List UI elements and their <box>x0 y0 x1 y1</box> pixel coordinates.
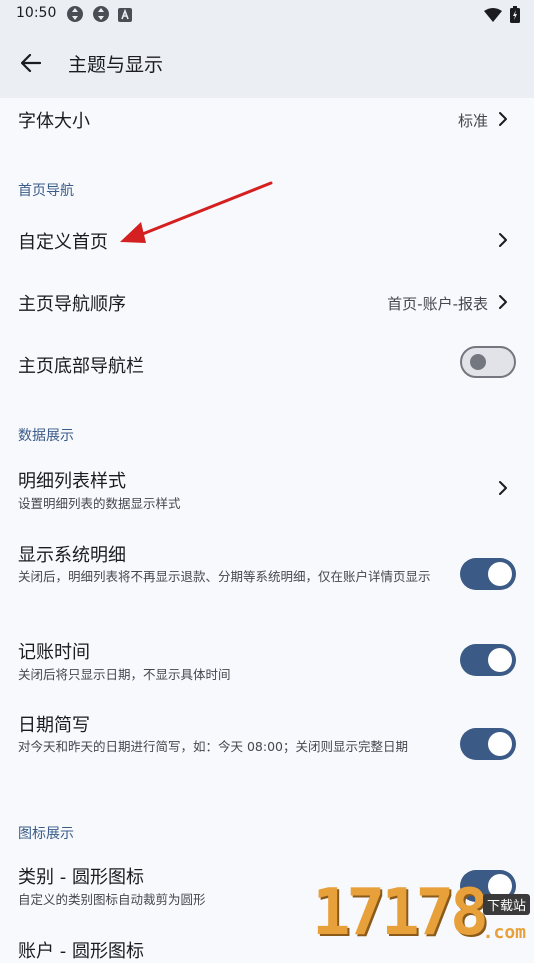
setting-home-nav-order[interactable]: 主页导航顺序 首页-账户-报表 <box>0 272 534 330</box>
setting-subtitle: 对今天和昨天的日期进行简写，如：今天 08:00；关闭则显示完整日期 <box>18 739 408 754</box>
setting-title: 主页导航顺序 <box>18 294 126 315</box>
setting-subtitle: 设置明细列表的数据显示样式 <box>18 496 181 511</box>
arrow-left-icon <box>21 54 41 72</box>
record-time-toggle[interactable] <box>460 644 516 676</box>
section-header-icon-display: 图标展示 <box>18 826 74 842</box>
system-icons <box>484 6 520 27</box>
watermark-digits: 17178 <box>312 876 489 950</box>
setting-detail-list-style[interactable]: 明细列表样式 设置明细列表的数据显示样式 <box>0 458 534 522</box>
setting-title: 类别 - 圆形图标 <box>18 867 144 888</box>
watermark-logo: 17178 下载站 .com <box>310 870 534 950</box>
show-system-detail-toggle[interactable] <box>460 558 516 590</box>
date-short-toggle[interactable] <box>460 728 516 760</box>
setting-title: 明细列表样式 <box>18 471 126 492</box>
status-notification-icons <box>66 5 132 27</box>
setting-title: 账户 - 圆形图标 <box>18 941 144 962</box>
toggle-knob <box>470 354 486 370</box>
toggle-knob <box>488 562 512 586</box>
setting-custom-home[interactable]: 自定义首页 <box>0 210 534 268</box>
chevron-right-icon <box>499 112 507 126</box>
watermark-tag: 下载站 <box>482 894 530 915</box>
setting-title: 记账时间 <box>18 642 90 663</box>
setting-title: 字体大小 <box>18 111 90 132</box>
sync-icon <box>66 5 84 27</box>
battery-icon <box>510 6 520 27</box>
setting-date-short: 日期简写 对今天和昨天的日期进行简写，如：今天 08:00；关闭则显示完整日期 <box>0 704 534 786</box>
status-bar: 10:50 <box>0 0 534 28</box>
back-button[interactable] <box>16 50 46 76</box>
watermark-domain: .com <box>482 922 526 943</box>
setting-home-bottom-nav: 主页底部导航栏 <box>0 334 534 392</box>
setting-title: 主页底部导航栏 <box>18 356 144 377</box>
wifi-icon <box>484 7 502 26</box>
setting-value: 标准 <box>457 112 488 130</box>
setting-value: 首页-账户-报表 <box>387 295 488 313</box>
setting-title: 日期简写 <box>18 715 90 736</box>
settings-list: 字体大小 标准 首页导航 自定义首页 主页导航顺序 首页-账户-报表 主页底部导… <box>0 98 534 962</box>
sync-icon <box>92 5 110 27</box>
setting-subtitle: 关闭后，明细列表将不再显示退款、分期等系统明细，仅在账户详情页显示 <box>18 569 431 584</box>
a-icon <box>118 7 132 26</box>
setting-title: 显示系统明细 <box>18 545 126 566</box>
chevron-right-icon <box>499 481 507 495</box>
section-header-data-display: 数据展示 <box>18 428 74 444</box>
setting-show-system-detail: 显示系统明细 关闭后，明细列表将不再显示退款、分期等系统明细，仅在账户详情页显示 <box>0 534 534 616</box>
home-bottom-nav-toggle[interactable] <box>460 346 516 378</box>
toggle-knob <box>488 732 512 756</box>
setting-subtitle: 关闭后将只显示日期，不显示具体时间 <box>18 667 231 682</box>
chevron-right-icon <box>499 295 507 309</box>
setting-record-time: 记账时间 关闭后将只显示日期，不显示具体时间 <box>0 632 534 692</box>
chevron-right-icon <box>499 233 507 247</box>
setting-font-size[interactable]: 字体大小 标准 <box>0 98 534 146</box>
setting-title: 自定义首页 <box>18 232 108 253</box>
section-header-home-nav: 首页导航 <box>18 183 74 199</box>
toggle-knob <box>488 648 512 672</box>
app-bar: 主题与显示 <box>0 28 534 98</box>
status-time: 10:50 <box>16 5 57 21</box>
page-title: 主题与显示 <box>68 54 164 76</box>
